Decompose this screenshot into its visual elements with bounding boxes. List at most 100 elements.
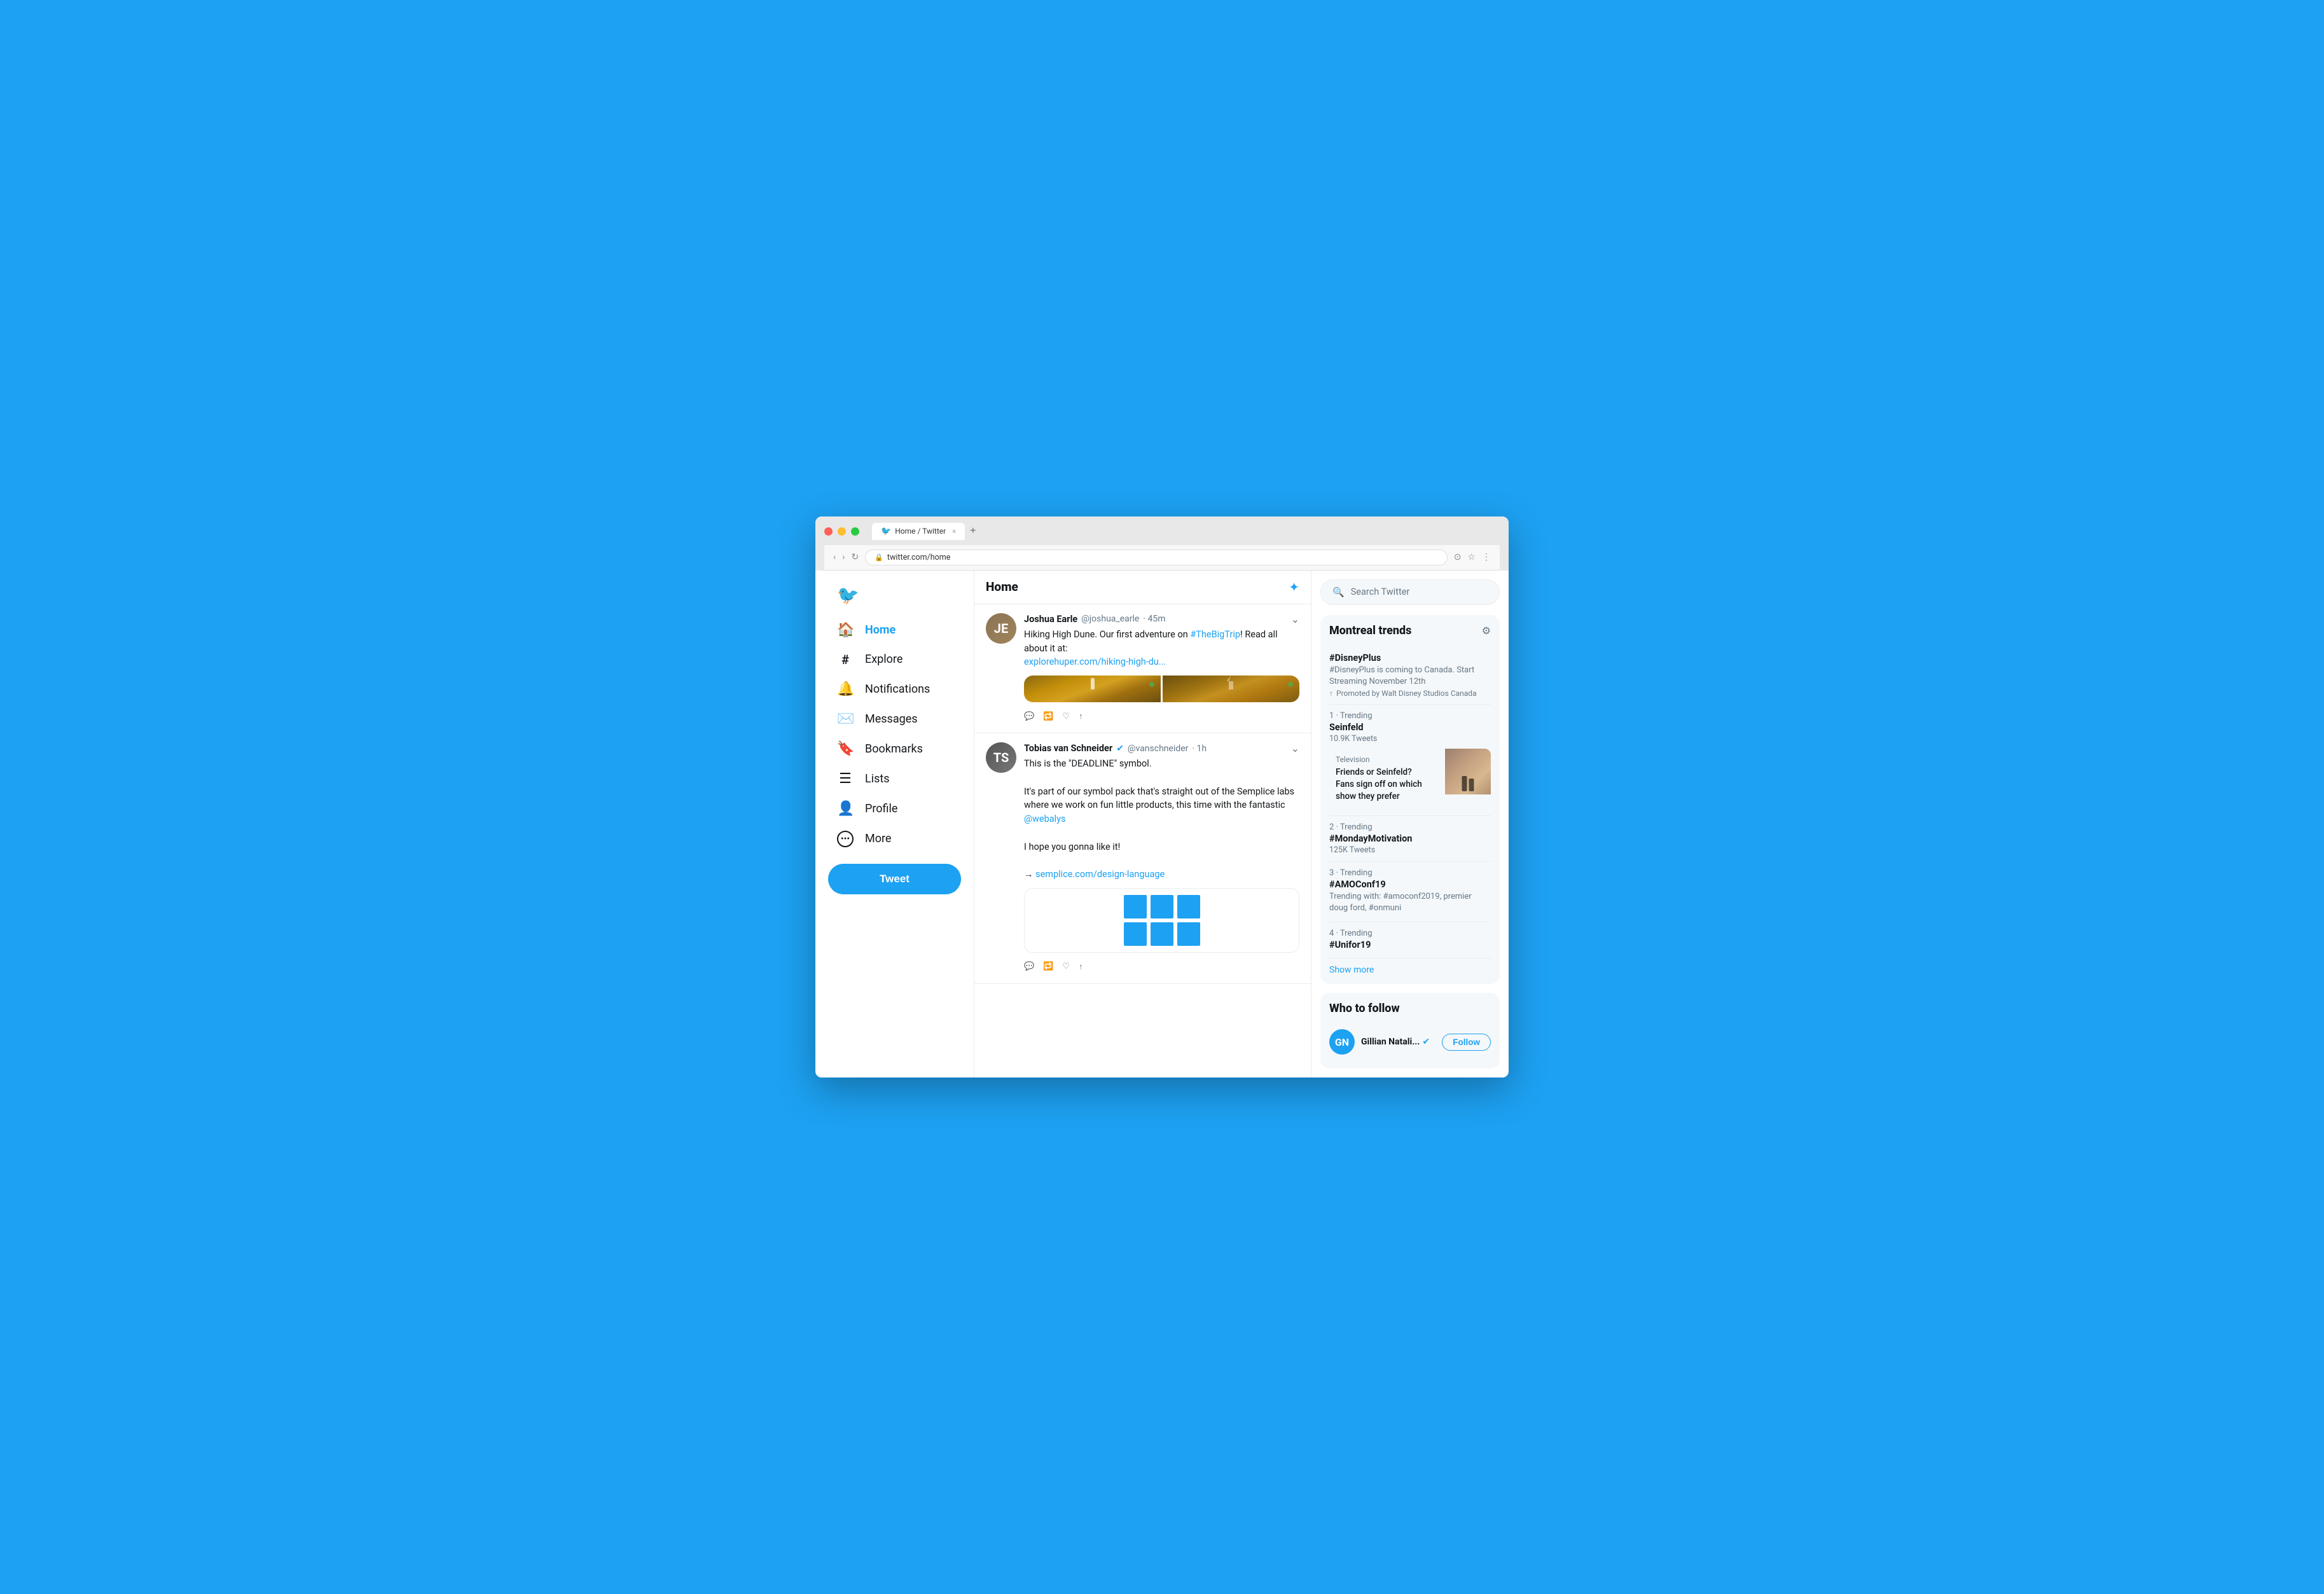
reader-mode-icon[interactable]: ⊙	[1454, 552, 1462, 562]
share-button[interactable]: ↑	[1079, 709, 1092, 724]
grid-cell	[1124, 895, 1147, 918]
tweet-meta: Joshua Earle @joshua_earle · 45m	[1024, 614, 1166, 625]
twitter-app: 🐦 🏠 Home # Explore 🔔 Notifications ✉️ M	[815, 571, 1509, 1078]
tweet-image-2[interactable]	[1163, 676, 1299, 702]
trend-item-monday[interactable]: 2 · Trending #MondayMotivation 125K Twee…	[1329, 816, 1491, 862]
search-box[interactable]: 🔍 Search Twitter	[1320, 579, 1500, 605]
tweet-card-link[interactable]: semplice.com/design-language	[1035, 869, 1165, 880]
tweet-images	[1024, 676, 1299, 702]
profile-label: Profile	[865, 802, 897, 815]
grid-cell	[1151, 922, 1173, 946]
sidebar-item-lists[interactable]: ☰ Lists	[828, 765, 961, 793]
tweet-more-button[interactable]: ⌄	[1291, 742, 1299, 754]
tweet-button[interactable]: Tweet	[828, 864, 961, 894]
browser-action-icons: ⊙ ☆ ⋮	[1454, 552, 1491, 562]
tweet-actions: 💬 🔁 ♡ ↑	[1024, 709, 1299, 724]
twitter-logo[interactable]: 🐦	[828, 577, 961, 613]
forward-button[interactable]: ›	[842, 552, 845, 562]
trend-hashtag: #Unifor19	[1329, 939, 1491, 950]
show-more-trends[interactable]: Show more	[1329, 959, 1491, 975]
more-options-icon[interactable]: ⋮	[1482, 552, 1491, 562]
tweet-card[interactable]	[1024, 888, 1299, 953]
trends-header: Montreal trends ⚙	[1329, 624, 1491, 637]
traffic-light-red[interactable]	[824, 527, 833, 536]
sidebar-item-notifications[interactable]: 🔔 Notifications	[828, 675, 961, 703]
sidebar-item-messages[interactable]: ✉️ Messages	[828, 705, 961, 733]
grid-cell	[1177, 895, 1200, 918]
tab-title: Home / Twitter	[895, 527, 946, 536]
tweet-url-link[interactable]: explorehuper.com/hiking-high-du...	[1024, 656, 1166, 667]
right-sidebar: 🔍 Search Twitter Montreal trends ⚙ #Disn…	[1311, 571, 1509, 1078]
follow-avatar[interactable]: GN	[1329, 1029, 1355, 1055]
tweet-time: · 45m	[1143, 614, 1165, 624]
tab-bar: 🐦 Home / Twitter × +	[872, 523, 978, 540]
back-button[interactable]: ‹	[833, 552, 836, 562]
traffic-light-green[interactable]	[851, 527, 859, 536]
trend-meta: 10.9K Tweets	[1329, 734, 1491, 744]
who-to-follow-title: Who to follow	[1329, 1002, 1491, 1015]
trend-number: 2 · Trending	[1329, 822, 1491, 832]
trend-number: 3 · Trending	[1329, 868, 1491, 878]
tweet-hashtag-link[interactable]: #TheBigTrip	[1190, 629, 1240, 640]
tweet-author-handle: @joshua_earle	[1081, 614, 1139, 624]
avatar[interactable]: JE	[986, 613, 1016, 644]
sidebar-item-home[interactable]: 🏠 Home	[828, 616, 961, 644]
search-icon: 🔍	[1332, 586, 1345, 598]
main-feed: Home ✦ JE Joshua Earle @joshua_earle · 4…	[974, 571, 1311, 1078]
avatar[interactable]: TS	[986, 742, 1016, 773]
sparkle-button[interactable]: ✦	[1289, 579, 1299, 595]
sidebar-item-bookmarks[interactable]: 🔖 Bookmarks	[828, 735, 961, 763]
like-button[interactable]: ♡	[1062, 709, 1079, 724]
browser-addressbar: ‹ › ↻ 🔒 twitter.com/home ⊙ ☆ ⋮	[824, 545, 1500, 571]
tweet-author-handle: @vanschneider	[1128, 744, 1188, 754]
reply-button[interactable]: 💬	[1024, 959, 1043, 974]
trend-item-unifor[interactable]: 4 · Trending #Unifor19	[1329, 922, 1491, 959]
address-bar[interactable]: 🔒 twitter.com/home	[865, 550, 1448, 565]
bookmarks-label: Bookmarks	[865, 742, 923, 756]
refresh-button[interactable]: ↻	[851, 552, 859, 562]
sidebar-item-more[interactable]: ••• More	[828, 824, 961, 854]
retweet-button[interactable]: 🔁	[1043, 709, 1062, 724]
trend-hashtag: #MondayMotivation	[1329, 833, 1491, 844]
browser-controls: 🐦 Home / Twitter × +	[824, 523, 1500, 540]
trend-card[interactable]: Television Friends or Seinfeld? Fans sig…	[1329, 749, 1491, 809]
active-tab[interactable]: 🐦 Home / Twitter ×	[872, 523, 965, 540]
tweet-text: Hiking High Dune. Our first adventure on…	[1024, 628, 1299, 669]
trend-hashtag: Seinfeld	[1329, 722, 1491, 733]
trend-number: 4 · Trending	[1329, 929, 1491, 938]
lists-label: Lists	[865, 772, 890, 786]
trend-item-seinfeld[interactable]: 1 · Trending Seinfeld 10.9K Tweets Telev…	[1329, 705, 1491, 816]
trend-promoted: ↑ Promoted by Walt Disney Studios Canada	[1329, 689, 1491, 698]
share-button[interactable]: ↑	[1079, 959, 1092, 974]
follow-info: Gillian Natali... ✔	[1361, 1037, 1435, 1047]
tweet-time: · 1h	[1192, 744, 1207, 754]
messages-label: Messages	[865, 712, 918, 726]
avatar-initials: JE	[994, 621, 1008, 636]
traffic-light-yellow[interactable]	[838, 527, 846, 536]
reply-button[interactable]: 💬	[1024, 709, 1043, 724]
trend-meta: 125K Tweets	[1329, 845, 1491, 855]
tweet-more-button[interactable]: ⌄	[1291, 613, 1299, 625]
trend-desc: #DisneyPlus is coming to Canada. Start S…	[1329, 665, 1491, 688]
bookmark-page-icon[interactable]: ☆	[1467, 552, 1476, 562]
desert-person-2	[1227, 676, 1236, 690]
like-button[interactable]: ♡	[1062, 959, 1079, 974]
sidebar-item-explore[interactable]: # Explore	[828, 646, 961, 674]
lock-icon: 🔒	[875, 553, 883, 562]
sidebar-item-profile[interactable]: 👤 Profile	[828, 794, 961, 823]
trend-card-headline: Friends or Seinfeld? Fans sign off on wh…	[1336, 766, 1432, 803]
tweet-mention-link[interactable]: @webalys	[1024, 814, 1066, 824]
promoted-icon: ↑	[1329, 689, 1333, 698]
trend-card-text: Television Friends or Seinfeld? Fans sig…	[1329, 749, 1439, 809]
trends-settings-icon[interactable]: ⚙	[1482, 625, 1491, 637]
trend-item-disneyplus[interactable]: #DisneyPlus #DisneyPlus is coming to Can…	[1329, 646, 1491, 705]
tab-close-button[interactable]: ×	[952, 527, 956, 536]
new-tab-button[interactable]: +	[967, 525, 978, 537]
trend-desc: Trending with: #amoconf2019, premier dou…	[1329, 891, 1491, 914]
retweet-button[interactable]: 🔁	[1043, 959, 1062, 974]
more-label: More	[865, 832, 891, 845]
tweet-image-1[interactable]	[1024, 676, 1161, 702]
trend-item-amoconf[interactable]: 3 · Trending #AMOConf19 Trending with: #…	[1329, 862, 1491, 922]
tweet-item: TS Tobias van Schneider ✔ @vanschneider …	[974, 733, 1311, 984]
follow-button[interactable]: Follow	[1442, 1034, 1491, 1051]
